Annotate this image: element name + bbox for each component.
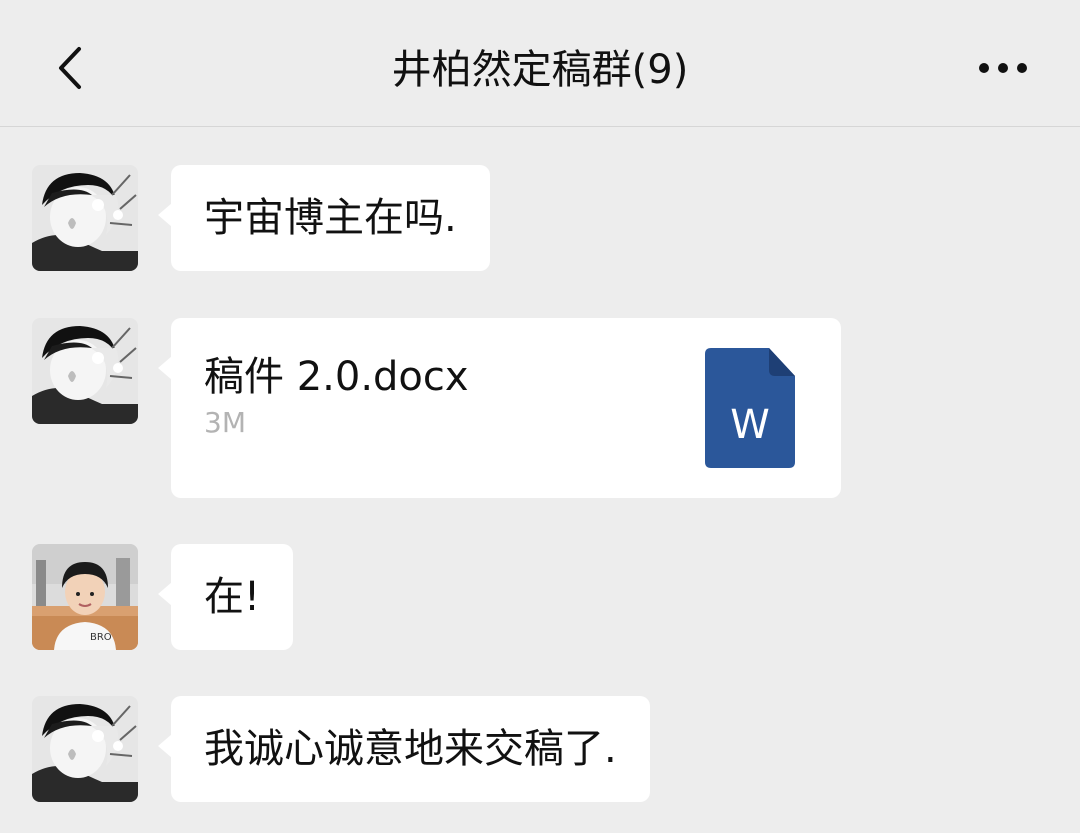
avatar[interactable]: [32, 318, 138, 424]
avatar[interactable]: BRO: [32, 544, 138, 650]
avatar[interactable]: [32, 696, 138, 802]
back-button[interactable]: [40, 38, 100, 98]
page-title: 井柏然定稿群(9): [391, 47, 689, 93]
file-message-bubble[interactable]: 稿件 2.0.docx 3M W: [158, 318, 841, 498]
file-size: 3M: [204, 406, 246, 439]
file-name: 稿件 2.0.docx: [204, 354, 469, 400]
message-bubble[interactable]: 宇宙博主在吗.: [158, 165, 490, 271]
chevron-left-icon: [59, 47, 81, 89]
chat-header: 井柏然定稿群(9): [0, 0, 1080, 127]
avatar[interactable]: [32, 165, 138, 271]
word-letter: W: [730, 402, 770, 448]
more-dots-icon: [979, 63, 1027, 73]
message-bubble[interactable]: 我诚心诚意地来交稿了.: [158, 696, 650, 802]
word-doc-icon: W: [705, 348, 795, 468]
message-bubble[interactable]: 在!: [157, 544, 294, 650]
more-button[interactable]: [968, 48, 1038, 88]
svg-text:BRO: BRO: [90, 632, 112, 643]
